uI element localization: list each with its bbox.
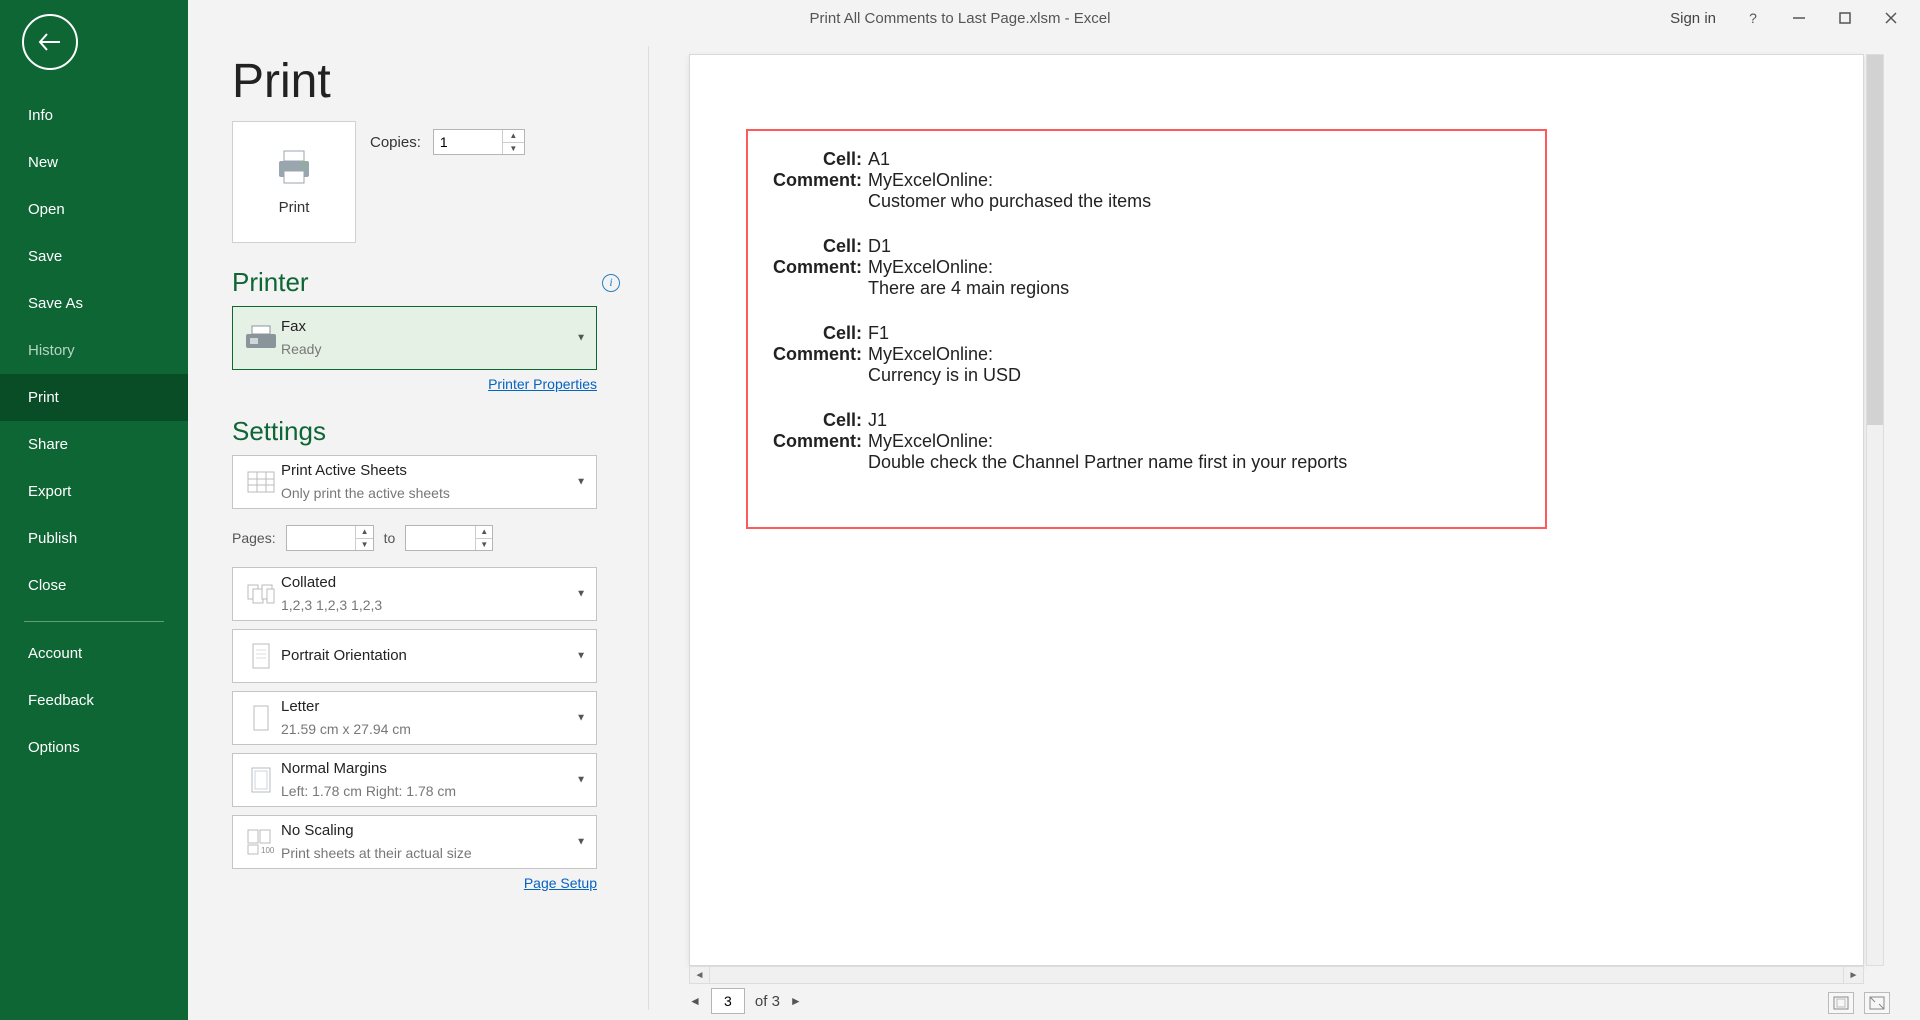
printer-status: Ready xyxy=(281,340,588,359)
copies-down-button[interactable]: ▼ xyxy=(503,143,524,155)
settings-section-title: Settings xyxy=(232,416,326,447)
print-preview-panel: Cell:A1Comment:MyExcelOnline:Customer wh… xyxy=(649,36,1920,1020)
close-icon[interactable] xyxy=(1882,9,1900,27)
margins-icon xyxy=(249,766,273,794)
main-area: Print Print Copies: ▲ ▼ xyxy=(188,36,1920,1020)
margins-toggle-icon xyxy=(1833,996,1849,1010)
chevron-down-icon: ▼ xyxy=(576,775,586,786)
nav-options[interactable]: Options xyxy=(0,724,188,771)
pages-to-input[interactable]: ▲▼ xyxy=(405,525,493,551)
nav-publish[interactable]: Publish xyxy=(0,515,188,562)
preview-vertical-scrollbar[interactable] xyxy=(1866,54,1884,966)
nav-history[interactable]: History xyxy=(0,327,188,374)
nav-close[interactable]: Close xyxy=(0,562,188,609)
arrow-left-icon xyxy=(36,28,64,56)
chevron-down-icon: ▼ xyxy=(576,651,586,662)
scrollbar-track[interactable] xyxy=(710,967,1843,983)
portrait-icon xyxy=(250,642,272,670)
back-button[interactable] xyxy=(22,14,78,70)
nav-account[interactable]: Account xyxy=(0,630,188,677)
comment-block: Cell:D1Comment:MyExcelOnline:There are 4… xyxy=(762,236,1531,299)
comment-block: Cell:F1Comment:MyExcelOnline:Currency is… xyxy=(762,323,1531,386)
scroll-right-button[interactable]: ► xyxy=(1843,967,1863,983)
prev-page-button[interactable]: ◄ xyxy=(689,994,701,1008)
current-page-input[interactable] xyxy=(711,988,745,1014)
print-config-panel: Print Print Copies: ▲ ▼ xyxy=(188,36,648,1020)
nav-divider xyxy=(24,621,164,622)
total-pages-label: of 3 xyxy=(755,993,780,1010)
nav-print[interactable]: Print xyxy=(0,374,188,421)
sheet-grid-icon xyxy=(246,470,276,494)
chevron-down-icon: ▼ xyxy=(576,477,586,488)
page-icon xyxy=(250,704,272,732)
titlebar: Print All Comments to Last Page.xlsm - E… xyxy=(0,0,1920,36)
printer-name: Fax xyxy=(281,317,588,337)
printer-dropdown[interactable]: Fax Ready ▼ xyxy=(232,306,597,370)
nav-new[interactable]: New xyxy=(0,139,188,186)
restore-icon[interactable] xyxy=(1836,9,1854,27)
printer-section-title: Printer xyxy=(232,267,309,298)
nav-share[interactable]: Share xyxy=(0,421,188,468)
signin-link[interactable]: Sign in xyxy=(1670,10,1716,27)
nav-export[interactable]: Export xyxy=(0,468,188,515)
chevron-down-icon: ▼ xyxy=(576,589,586,600)
scaling-icon: 100 xyxy=(246,828,276,856)
copies-spinner[interactable]: ▲ ▼ xyxy=(433,129,525,155)
orientation-dropdown[interactable]: Portrait Orientation ▼ xyxy=(232,629,597,683)
margins-dropdown[interactable]: Normal Margins Left: 1.78 cm Right: 1.78… xyxy=(232,753,597,807)
copies-input[interactable] xyxy=(434,130,502,154)
page-setup-link[interactable]: Page Setup xyxy=(232,875,597,891)
window-title: Print All Comments to Last Page.xlsm - E… xyxy=(810,10,1111,27)
zoom-to-page-button[interactable] xyxy=(1864,992,1890,1014)
printer-properties-link[interactable]: Printer Properties xyxy=(232,376,597,392)
page-title: Print xyxy=(232,54,620,109)
collation-dropdown[interactable]: Collated 1,2,3 1,2,3 1,2,3 ▼ xyxy=(232,567,597,621)
scaling-dropdown[interactable]: 100 No Scaling Print sheets at their act… xyxy=(232,815,597,869)
nav-info[interactable]: Info xyxy=(0,92,188,139)
print-button-label: Print xyxy=(279,199,310,216)
minimize-icon[interactable] xyxy=(1790,9,1808,27)
show-margins-button[interactable] xyxy=(1828,992,1854,1014)
print-button[interactable]: Print xyxy=(232,121,356,243)
paper-size-dropdown[interactable]: Letter 21.59 cm x 27.94 cm ▼ xyxy=(232,691,597,745)
nav-save[interactable]: Save xyxy=(0,233,188,280)
next-page-button[interactable]: ► xyxy=(790,994,802,1008)
chevron-down-icon: ▼ xyxy=(576,333,586,344)
collated-icon xyxy=(246,581,276,607)
pages-from-input[interactable]: ▲▼ xyxy=(286,525,374,551)
pages-to-label: to xyxy=(384,530,396,546)
backstage-sidebar: Info New Open Save Save As History Print… xyxy=(0,0,188,1020)
page-navigation: ◄ of 3 ► xyxy=(689,988,802,1014)
printer-info-icon[interactable]: i xyxy=(602,274,620,292)
preview-page: Cell:A1Comment:MyExcelOnline:Customer wh… xyxy=(689,54,1864,966)
preview-highlight-box: Cell:A1Comment:MyExcelOnline:Customer wh… xyxy=(746,129,1547,529)
chevron-down-icon: ▼ xyxy=(576,713,586,724)
what-to-print-dropdown[interactable]: Print Active Sheets Only print the activ… xyxy=(232,455,597,509)
fax-icon xyxy=(244,324,278,352)
chevron-down-icon: ▼ xyxy=(576,837,586,848)
printer-icon xyxy=(273,149,315,185)
zoom-page-icon xyxy=(1869,996,1885,1010)
nav-feedback[interactable]: Feedback xyxy=(0,677,188,724)
comment-block: Cell:A1Comment:MyExcelOnline:Customer wh… xyxy=(762,149,1531,212)
copies-up-button[interactable]: ▲ xyxy=(503,130,524,143)
svg-text:100: 100 xyxy=(261,846,275,855)
scroll-left-button[interactable]: ◄ xyxy=(690,967,710,983)
pages-label: Pages: xyxy=(232,530,276,546)
preview-horizontal-scrollbar[interactable]: ◄ ► xyxy=(689,966,1864,984)
comment-block: Cell:J1Comment:MyExcelOnline:Double chec… xyxy=(762,410,1531,473)
nav-open[interactable]: Open xyxy=(0,186,188,233)
scrollbar-thumb[interactable] xyxy=(1867,55,1883,425)
copies-label: Copies: xyxy=(370,134,421,151)
help-icon[interactable]: ? xyxy=(1744,9,1762,27)
nav-save-as[interactable]: Save As xyxy=(0,280,188,327)
